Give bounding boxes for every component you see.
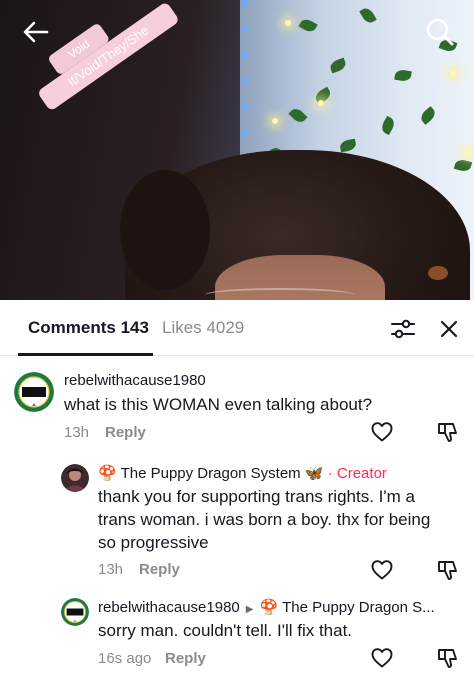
profile-badge-icon xyxy=(61,598,89,626)
comments-panel: Comments 143 Likes 4029 rebelwithacause1… xyxy=(0,300,474,681)
light-bulb xyxy=(450,70,456,76)
light-bulb xyxy=(285,20,291,26)
thumbs-down-icon[interactable] xyxy=(436,420,460,444)
creator-badge: Creator xyxy=(336,465,387,482)
earring xyxy=(428,266,448,280)
search-icon xyxy=(426,18,454,46)
comments-tab-bar: Comments 143 Likes 4029 xyxy=(0,300,474,356)
light-bulb xyxy=(465,150,471,156)
arrow-left-icon xyxy=(23,21,49,43)
thumbs-down-icon[interactable] xyxy=(436,558,460,582)
butterfly-icon: 🦋 xyxy=(304,465,324,482)
heart-icon[interactable] xyxy=(370,558,394,582)
active-tab-indicator xyxy=(18,353,153,356)
profile-badge-icon xyxy=(14,372,54,412)
filter-button[interactable] xyxy=(390,317,416,341)
pronoun-sticker: Void It/Void/They/She xyxy=(4,0,180,112)
tab-comments[interactable]: Comments 143 xyxy=(28,318,149,338)
reply-button[interactable]: Reply xyxy=(105,424,146,441)
reply-arrow-icon: ▶ xyxy=(245,604,254,615)
separator-dot: · xyxy=(327,465,333,482)
comment-username[interactable]: rebelwithacause1980 ▶ 🍄 The Puppy Dragon S… xyxy=(98,598,435,616)
video-background[interactable]: Void It/Void/They/She xyxy=(0,0,474,300)
reply-to-username[interactable]: The Puppy Dragon S... xyxy=(282,599,435,616)
creator-avatar-image xyxy=(61,464,89,492)
comment-username[interactable]: 🍄 The Puppy Dragon System 🦋 · Creator xyxy=(98,464,387,482)
close-button[interactable] xyxy=(438,318,460,340)
avatar[interactable] xyxy=(61,464,89,492)
glasses xyxy=(205,288,355,300)
comment-text: thank you for supporting trans rights. I… xyxy=(98,487,431,552)
comment-text: what is this WOMAN even talking about? xyxy=(64,395,373,414)
comment-text: sorry man. couldn't tell. I'll fix that. xyxy=(98,621,353,640)
heart-icon[interactable] xyxy=(370,646,394,670)
mushroom-icon: 🍄 xyxy=(259,599,279,616)
username-text: rebelwithacause1980 xyxy=(98,599,240,616)
search-button[interactable] xyxy=(422,14,458,50)
comment-timestamp: 13h xyxy=(64,424,90,441)
person-hair xyxy=(120,170,210,290)
heart-icon[interactable] xyxy=(370,420,394,444)
comment-item: rebelwithacause1980 what is this WOMAN e… xyxy=(0,364,474,456)
thumbs-down-icon[interactable] xyxy=(436,646,460,670)
comment-reply-item: 🍄 The Puppy Dragon System 🦋 · Creator th… xyxy=(0,458,474,588)
close-icon xyxy=(440,320,458,338)
avatar[interactable] xyxy=(61,598,89,626)
avatar[interactable] xyxy=(14,372,54,412)
light-bulb xyxy=(272,118,278,124)
username-text: The Puppy Dragon System xyxy=(120,465,301,482)
mushroom-icon: 🍄 xyxy=(98,465,117,482)
light-bulb xyxy=(318,100,324,106)
comment-timestamp: 16s ago xyxy=(98,650,152,667)
reply-button[interactable]: Reply xyxy=(165,650,206,667)
tab-likes[interactable]: Likes 4029 xyxy=(162,318,244,338)
comment-timestamp: 13h xyxy=(98,561,124,578)
comment-reply-item: rebelwithacause1980 ▶ 🍄 The Puppy Dragon S… xyxy=(0,592,474,681)
reply-button[interactable]: Reply xyxy=(139,561,180,578)
sliders-icon xyxy=(391,319,415,339)
comment-username[interactable]: rebelwithacause1980 xyxy=(64,372,206,389)
back-button[interactable] xyxy=(20,16,52,48)
